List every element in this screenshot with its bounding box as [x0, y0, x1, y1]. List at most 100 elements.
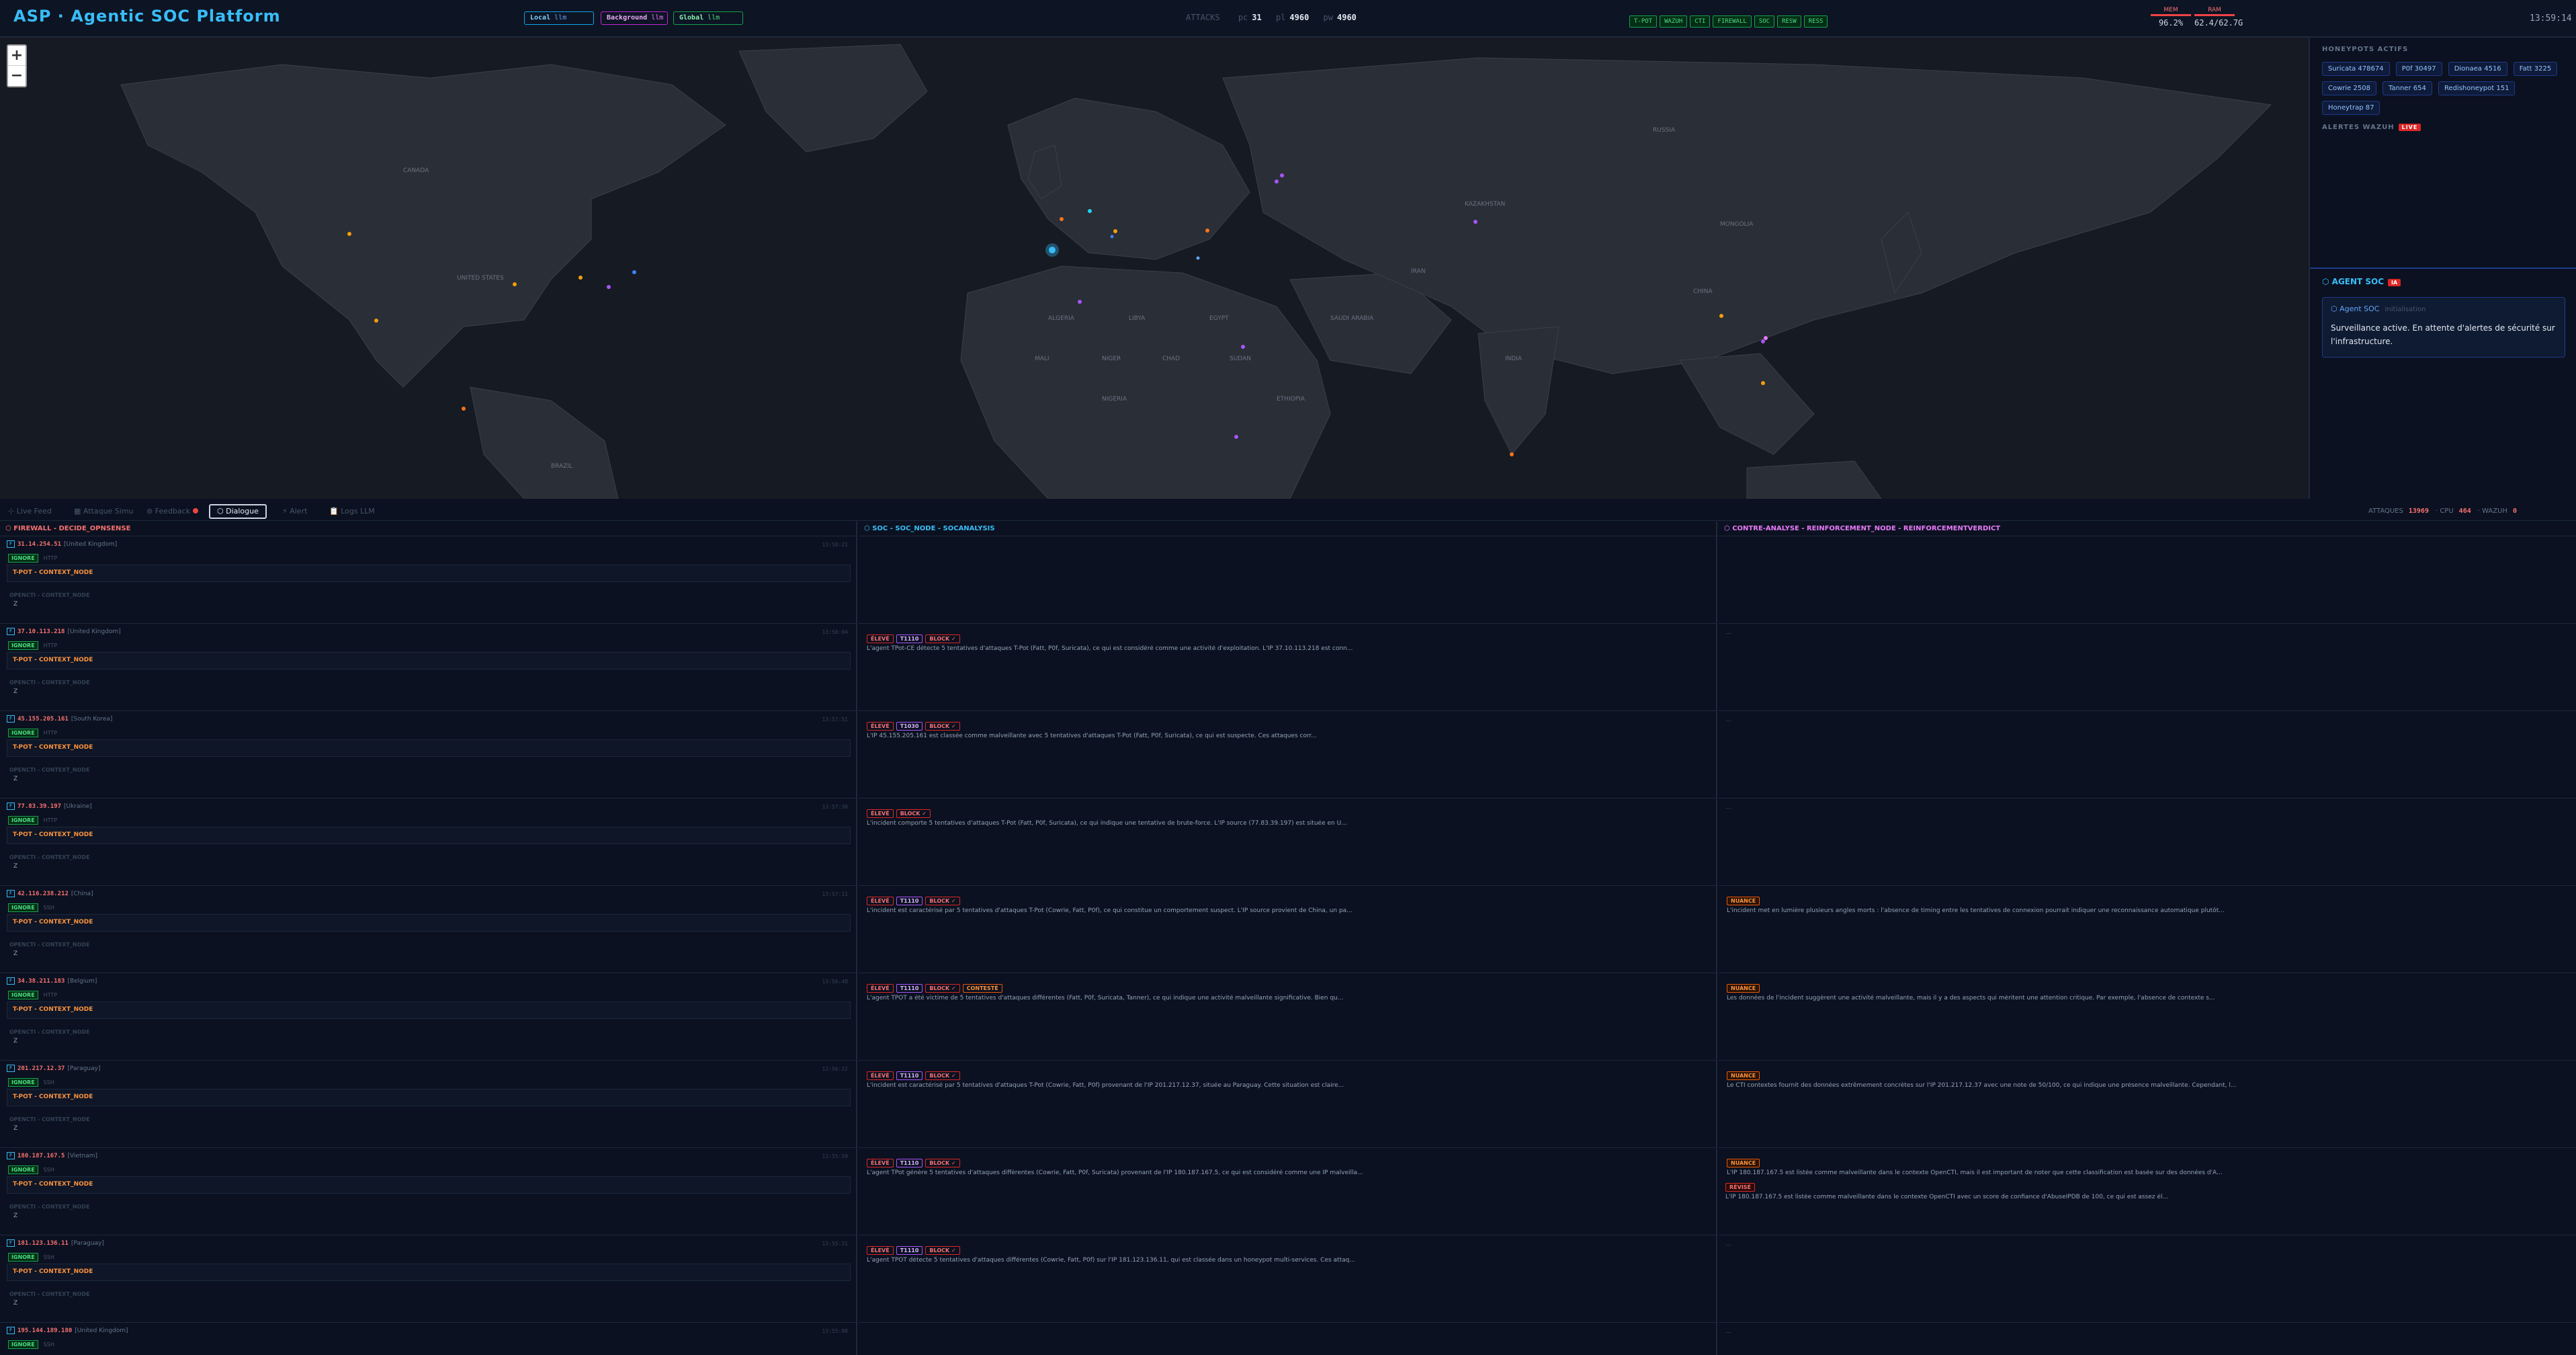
contre-analyse-row[interactable]: —	[1719, 798, 2576, 886]
tpot-context-box[interactable]: T-POT - CONTEXT_NODE	[7, 652, 851, 669]
honeypot-chip[interactable]: Redishoneypot 151	[2438, 81, 2516, 95]
honeypot-chip[interactable]: Honeytrap 87	[2322, 101, 2380, 115]
attack-marker[interactable]	[1205, 229, 1209, 233]
ip-address[interactable]: 37.10.113.218	[17, 628, 65, 635]
tpot-context-box[interactable]: T-POT - CONTEXT_NODE	[7, 1089, 851, 1106]
honeypot-chip[interactable]: Dionaea 4516	[2448, 62, 2507, 76]
attack-marker[interactable]	[1196, 256, 1200, 260]
honeypot-chip[interactable]: Cowrie 2508	[2322, 81, 2376, 95]
firewall-row[interactable]: F 195.144.189.180 [United Kingdom] 13:55:08…	[0, 1323, 856, 1355]
contre-analyse-row[interactable]: NUANCE L'IP 180.187.167.5 est listée comm…	[1719, 1148, 2576, 1235]
honeypot-chip[interactable]: Tanner 654	[2382, 81, 2432, 95]
tpot-context-box[interactable]: T-POT - CONTEXT_NODE	[7, 827, 851, 844]
contre-analyse-row[interactable]: —	[1719, 1235, 2576, 1323]
attack-marker[interactable]	[1761, 381, 1765, 385]
llm-local-badge[interactable]: Local llm	[524, 11, 594, 25]
soc-analysis-row[interactable]	[859, 536, 1716, 624]
zoom-out-button[interactable]: −	[8, 66, 26, 86]
ip-address[interactable]: 195.144.189.180	[17, 1327, 72, 1334]
zoom-in-button[interactable]: +	[8, 46, 26, 66]
firewall-row[interactable]: F 45.155.205.161 [South Korea] 13:57:51 IGNO…	[0, 711, 856, 798]
attack-marker[interactable]	[1113, 229, 1117, 233]
soc-analysis-row[interactable]: ÉLEVÉ T1110 BLOCK ✓ L'agent TPOT détecte 5 …	[859, 1235, 1716, 1323]
ip-address[interactable]: 31.14.254.51	[17, 541, 61, 548]
soc-analysis-row[interactable]: ÉLEVÉ T1110 BLOCK ✓ L'agent TPot-CE détecte…	[859, 624, 1716, 711]
attack-marker[interactable]	[1510, 452, 1514, 456]
soc-analysis-row[interactable]: ÉLEVÉ T1110 BLOCK ✓ CONTESTÉ L'agent TPOT a …	[859, 973, 1716, 1061]
tpot-context-box[interactable]: T-POT - CONTEXT_NODE	[7, 1176, 851, 1194]
firewall-row[interactable]: F 37.10.113.218 [United Kingdom] 13:58:04 IG…	[0, 624, 856, 711]
attack-marker[interactable]	[1060, 217, 1064, 221]
soc-analysis-row[interactable]: ÉLEVÉ T1110 BLOCK ✓ L'incident est caractér…	[859, 1061, 1716, 1148]
attack-marker[interactable]	[1764, 336, 1768, 340]
module-soc[interactable]: SOC	[1754, 15, 1775, 28]
tpot-context-box[interactable]: T-POT - CONTEXT_NODE	[7, 739, 851, 757]
firewall-row[interactable]: F 201.217.12.37 [Paraguay] 13:56:22 IGNORE SS…	[0, 1061, 856, 1148]
firewall-row[interactable]: F 180.187.167.5 [Vietnam] 13:55:59 IGNORE SSH…	[0, 1148, 856, 1235]
tab-live-feed[interactable]: ⊹ Live Feed	[3, 504, 57, 519]
attack-marker[interactable]	[1234, 435, 1238, 439]
contre-analyse-row[interactable]: NUANCE Les données de l'incident suggèren…	[1719, 973, 2576, 1061]
attack-marker[interactable]	[1241, 345, 1245, 349]
llm-background-badge[interactable]: Background llm	[601, 11, 668, 25]
attack-marker[interactable]	[1280, 173, 1284, 177]
module-cti[interactable]: CTI	[1690, 15, 1711, 28]
soc-analysis-row[interactable]: ÉLEVÉ T1030 BLOCK ✓ L'IP 45.155.205.161 est…	[859, 711, 1716, 798]
soc-analysis-row[interactable]: ÉLEVÉ BLOCK ✓ L'incident comporte 5 tentat…	[859, 798, 1716, 886]
soc-analysis-row[interactable]: ÉLEVÉ T1110 BLOCK ✓ L'incident est caractér…	[859, 886, 1716, 973]
firewall-row[interactable]: F 34.38.211.183 [Belgium] 13:56:48 IGNORE HTT…	[0, 973, 856, 1061]
attack-marker[interactable]	[632, 270, 636, 274]
attack-marker[interactable]	[1719, 314, 1723, 318]
attack-marker[interactable]	[1110, 235, 1114, 239]
attack-marker[interactable]	[347, 232, 351, 236]
attack-marker[interactable]	[1078, 300, 1082, 304]
firewall-row[interactable]: F 181.123.136.11 [Paraguay] 13:55:31 IGNORE S…	[0, 1235, 856, 1323]
ip-address[interactable]: 45.155.205.161	[17, 716, 69, 723]
soc-analysis-row[interactable]	[859, 1323, 1716, 1355]
tab-feedback[interactable]: ⊚ Feedback	[141, 504, 204, 519]
ip-address[interactable]: 201.217.12.37	[17, 1065, 65, 1072]
contre-analyse-row[interactable]: —	[1719, 711, 2576, 798]
attack-marker[interactable]	[607, 285, 611, 289]
contre-analyse-row[interactable]	[1719, 536, 2576, 624]
tpot-context-box[interactable]: T-POT - CONTEXT_NODE	[7, 1264, 851, 1281]
attack-marker-primary[interactable]	[1049, 247, 1056, 253]
attack-marker[interactable]	[1761, 339, 1765, 343]
module-wazuh[interactable]: WAZUH	[1660, 15, 1688, 28]
soc-analysis-row[interactable]: ÉLEVÉ T1110 BLOCK ✓ L'agent TPot génère 5 t…	[859, 1148, 1716, 1235]
attack-marker[interactable]	[578, 276, 583, 280]
ip-address[interactable]: 181.123.136.11	[17, 1240, 69, 1247]
contre-analyse-row[interactable]: NUANCE L'incident met en lumière plusieur…	[1719, 886, 2576, 973]
contre-analyse-row[interactable]: NUANCE Le CTI contextes fournit des donné…	[1719, 1061, 2576, 1148]
ip-address[interactable]: 180.187.167.5	[17, 1153, 65, 1159]
module-resw[interactable]: RESW	[1777, 15, 1801, 28]
firewall-row[interactable]: F 77.83.39.197 [Ukraine] 13:57:30 IGNORE HTTP…	[0, 798, 856, 886]
module-ress[interactable]: RESS	[1803, 15, 1828, 28]
attack-marker[interactable]	[513, 282, 517, 286]
firewall-row[interactable]: F 42.116.238.212 [China] 13:57:11 IGNORE SSH T…	[0, 886, 856, 973]
contre-analyse-row[interactable]: —	[1719, 624, 2576, 711]
ip-address[interactable]: 34.38.211.183	[17, 978, 65, 985]
tab-alert[interactable]: ⚡ Alert	[277, 504, 312, 519]
honeypot-chip[interactable]: Suricata 478674	[2322, 62, 2390, 76]
ip-address[interactable]: 42.116.238.212	[17, 891, 69, 897]
attack-marker[interactable]	[1088, 209, 1092, 213]
tpot-context-box[interactable]: T-POT - CONTEXT_NODE	[7, 914, 851, 932]
honeypot-chip[interactable]: Fatt 3225	[2513, 62, 2558, 76]
contre-analyse-row[interactable]: —	[1719, 1323, 2576, 1355]
firewall-row[interactable]: F 31.14.254.51 [United Kingdom] 13:58:21 IGN…	[0, 536, 856, 624]
honeypot-chip[interactable]: P0f 30497	[2395, 62, 2442, 76]
module-tpot[interactable]: T-POT	[1629, 15, 1658, 28]
tab-logs-llm[interactable]: 📋 Logs LLM	[324, 504, 380, 519]
llm-global-badge[interactable]: Global llm	[673, 11, 743, 25]
attack-marker[interactable]	[462, 407, 466, 411]
attack-marker[interactable]	[1275, 179, 1279, 183]
tpot-context-box[interactable]: T-POT - CONTEXT_NODE	[7, 565, 851, 582]
attack-map[interactable]: UNITED STATES CANADA BRAZIL ALGERIA LIBY…	[0, 38, 2309, 499]
tab-dialogue[interactable]: ⬡ Dialogue	[209, 504, 267, 519]
tab-attack-sim[interactable]: ▦ Attaque Simu	[69, 504, 139, 519]
attack-marker[interactable]	[1473, 220, 1477, 224]
module-firewall[interactable]: FIREWALL	[1713, 15, 1752, 28]
ip-address[interactable]: 77.83.39.197	[17, 803, 61, 810]
attack-marker[interactable]	[374, 319, 378, 323]
